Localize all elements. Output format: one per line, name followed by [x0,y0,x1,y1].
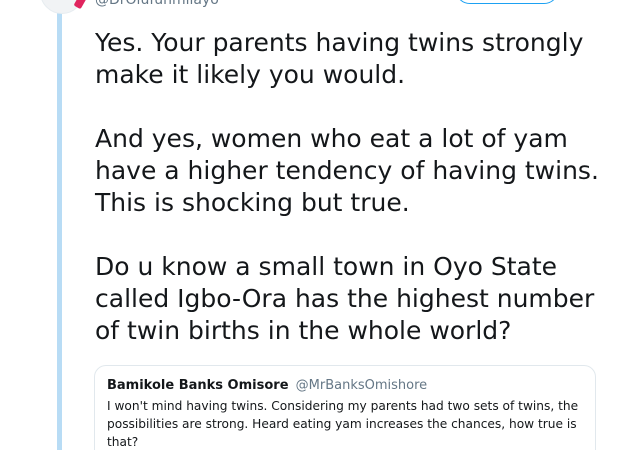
quoted-tweet-author-handle: @MrBanksOmishore [295,378,428,393]
author-handle[interactable]: @DrOlufunmilayo [95,0,219,8]
tweet-text: Yes. Your parents having twins strongly … [95,27,625,347]
tweet-paragraph: And yes, women who eat a lot of yam have… [95,124,599,217]
follow-button[interactable] [455,0,559,4]
thread-connector-line [57,0,62,450]
tweet-paragraph: Yes. Your parents having twins strongly … [95,28,584,89]
quoted-tweet-card[interactable]: Bamikole Banks Omisore @MrBanksOmishore … [94,365,596,450]
quoted-tweet-header: Bamikole Banks Omisore @MrBanksOmishore [107,377,584,394]
quoted-tweet-author-name: Bamikole Banks Omisore [107,378,289,393]
tweet-paragraph: Do u know a small town in Oyo State call… [95,252,595,345]
quoted-tweet-text: I won't mind having twins. Considering m… [107,399,579,449]
